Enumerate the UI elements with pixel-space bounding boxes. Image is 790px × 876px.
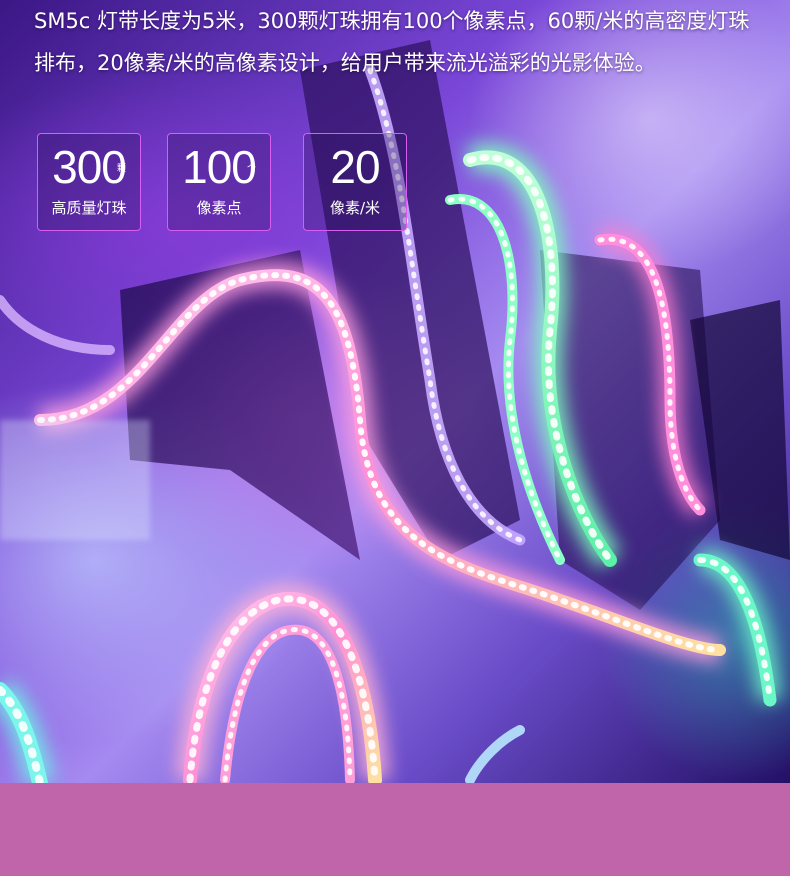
badge-unit: 颗 [116, 164, 126, 174]
led-strip [0, 295, 115, 355]
led-strip-hero-image: SM5c 灯带长度为5米，300颗灯珠拥有100个像素点，60颗/米的高密度灯珠… [0, 0, 790, 783]
badge-label: 像素点 [196, 199, 242, 217]
footer-color-band [0, 783, 790, 876]
led-strip [465, 725, 525, 783]
badge-unit: 个 [246, 164, 256, 174]
product-description: SM5c 灯带长度为5米，300颗灯珠拥有100个像素点，60颗/米的高密度灯珠… [34, 9, 750, 75]
led-strip [220, 624, 355, 783]
badge-label: 高质量灯珠 [51, 199, 127, 217]
spec-badge-pixel-count: 100 个 像素点 [167, 133, 271, 231]
badge-number: 20 [330, 141, 380, 193]
badge-label: 像素/米 [329, 199, 381, 217]
led-strip-photo [0, 40, 790, 783]
spec-badge-pixel-density: 20 像素/米 [303, 133, 407, 231]
spec-badge-led-count: 300 颗 高质量灯珠 [37, 133, 141, 231]
